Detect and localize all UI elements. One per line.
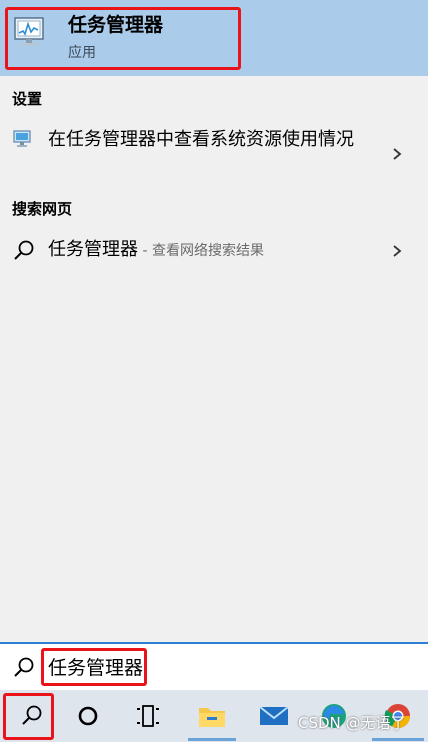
highlight-box-search-input [41,648,147,686]
chevron-right-icon [390,146,404,160]
search-icon [12,239,36,267]
task-view-button[interactable] [120,690,176,742]
mail-button[interactable] [246,690,302,742]
chrome-active-indicator [372,738,424,741]
search-icon [12,656,36,684]
highlight-box-best-match [5,7,241,70]
circle-icon [78,706,98,726]
task-view-icon [137,705,159,727]
folder-icon [199,708,225,727]
settings-result-item[interactable]: 在任务管理器中查看系统资源使用情况 [0,124,428,180]
section-header-settings: 设置 [12,90,43,108]
highlight-box-search-button [3,693,54,740]
file-explorer-active-indicator [188,738,236,741]
web-search-query: 任务管理器 [48,239,138,260]
section-header-web: 搜索网页 [12,200,73,218]
settings-result-label: 在任务管理器中查看系统资源使用情况 [48,129,354,150]
web-search-result-item[interactable]: 任务管理器 - 查看网络搜索结果 [0,234,428,268]
watermark: CSDN @无语了 [298,714,406,732]
mail-icon [259,706,289,725]
web-search-hint: - 查看网络搜索结果 [138,243,264,259]
web-search-result-text: 任务管理器 - 查看网络搜索结果 [48,237,264,264]
cortana-button[interactable] [60,690,116,742]
file-explorer-button[interactable] [184,690,240,742]
monitor-icon [12,129,34,153]
chevron-right-icon [390,243,404,257]
